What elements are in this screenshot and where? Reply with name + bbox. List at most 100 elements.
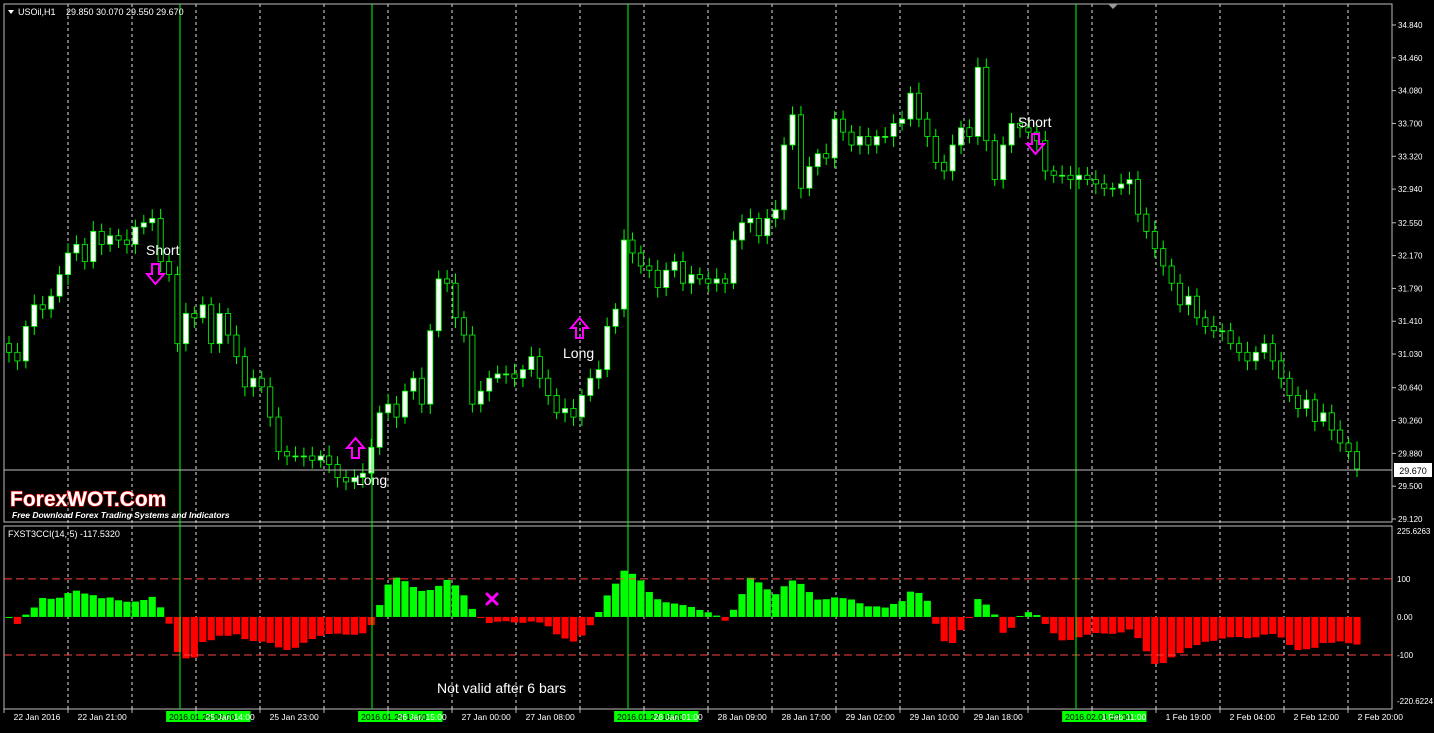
bear-candle (1134, 179, 1141, 215)
osc-bar-negative (1168, 616, 1176, 658)
bear-candle (444, 278, 451, 284)
bull-candle (688, 274, 695, 284)
indicator-level-label: 225.6263 (1397, 527, 1431, 536)
time-label: 29 Jan 18:00 (974, 712, 1023, 722)
bull-candle (199, 304, 206, 319)
bull-candle (503, 373, 510, 376)
osc-bar-positive (595, 611, 603, 617)
osc-bar-negative (199, 616, 207, 643)
triangle-down-icon[interactable] (8, 10, 14, 14)
candlesticks (5, 57, 1361, 491)
bull-candle (772, 209, 779, 219)
bear-candle (1084, 174, 1091, 180)
osc-bar-negative (1252, 616, 1260, 638)
osc-bar-positive (72, 590, 80, 617)
bull-candle (907, 92, 914, 120)
osc-bar-negative (1344, 616, 1353, 644)
bear-candle (460, 317, 467, 336)
price-tick-label: 33.700 (1398, 119, 1423, 128)
osc-bar-positive (620, 570, 628, 617)
short-annotation: Short (1018, 114, 1052, 130)
bear-candle (1295, 395, 1302, 409)
osc-bar-positive (64, 593, 72, 617)
not-valid-annotation: Not valid after 6 bars (437, 680, 566, 696)
osc-bar-negative (1134, 616, 1142, 639)
bull-candle (410, 377, 417, 392)
osc-bar-negative (949, 616, 957, 644)
osc-bar-negative (1336, 616, 1344, 642)
osc-bar-positive (915, 592, 923, 617)
osc-bar-positive (856, 603, 864, 617)
osc-bar-negative (283, 616, 291, 650)
time-label: 25 Jan 14:00 (206, 712, 255, 722)
osc-bar-negative (224, 616, 232, 636)
bear-candle (823, 153, 830, 159)
time-label: 1 Feb 11:00 (1102, 712, 1147, 722)
bear-candle (1311, 399, 1318, 422)
osc-bar-positive (603, 595, 611, 617)
bear-candle (284, 451, 291, 457)
bull-candle (899, 118, 906, 124)
bear-candle (983, 66, 990, 142)
short-annotation: Short (146, 242, 180, 258)
bull-candle (1252, 351, 1259, 362)
osc-bar-negative (350, 616, 359, 635)
osc-bar-negative (1066, 616, 1075, 640)
time-label: 28 Jan 01:00 (654, 712, 703, 722)
osc-bar-negative (1277, 616, 1285, 638)
osc-bar-negative (1159, 616, 1167, 664)
price-tick-label: 33.320 (1398, 152, 1423, 161)
osc-bar-positive (637, 580, 645, 617)
time-label: 27 Jan 00:00 (462, 712, 511, 722)
bear-candle (326, 455, 333, 465)
bear-candle (342, 477, 350, 483)
osc-bar-negative (1109, 616, 1117, 634)
bear-candle (941, 161, 948, 172)
scroll-marker-icon[interactable] (1108, 4, 1118, 9)
time-label: 29 Jan 10:00 (910, 712, 959, 722)
bull-candle (578, 395, 585, 418)
time-axis: 22 Jan 2016 22 Jan 21:00 2016.01.25 09:002… (3, 709, 1403, 722)
osc-bar-negative (957, 616, 965, 630)
price-tick-label: 29.880 (1398, 449, 1423, 458)
bear-candle (1151, 231, 1158, 250)
bull-candle (64, 252, 71, 275)
osc-bar-negative (586, 616, 594, 626)
bear-candle (1278, 360, 1285, 379)
osc-bar-positive (140, 599, 148, 617)
osc-bar-negative (325, 616, 333, 634)
osc-bar-positive (923, 600, 931, 617)
price-tick-label: 29.120 (1398, 515, 1423, 524)
price-chart[interactable]: 29.670 34.840 34.460 34.080 33.700 33.320 32.… (0, 0, 1434, 733)
osc-bar-negative (1100, 616, 1108, 634)
osc-bar-negative (1235, 616, 1243, 638)
bull-candle (1320, 412, 1327, 422)
time-label: 22 Jan 21:00 (78, 712, 127, 722)
bull-candle (958, 127, 965, 146)
osc-bar-positive (89, 595, 97, 617)
osc-bar-negative (249, 616, 257, 642)
osc-bar-positive (612, 583, 620, 617)
price-tick-label: 30.260 (1398, 417, 1423, 426)
bear-candle (1160, 248, 1167, 267)
indicator-label: FXST3CCI(14, 5) -117.5320 (8, 529, 120, 539)
osc-bar-negative (308, 616, 316, 640)
bear-candle (174, 274, 181, 345)
bear-candle (1337, 429, 1344, 444)
osc-bar-positive (696, 609, 704, 617)
osc-bar-positive (831, 597, 839, 617)
bull-candle (519, 369, 526, 379)
bull-candle (856, 136, 863, 146)
bear-candle (1353, 451, 1361, 470)
bear-candle (848, 131, 855, 146)
osc-bar-negative (1092, 616, 1100, 633)
bull-candle (595, 369, 602, 379)
osc-bar-positive (1024, 612, 1033, 617)
osc-bar-negative (216, 616, 224, 636)
osc-bar-negative (1201, 616, 1209, 642)
osc-bar-positive (55, 597, 64, 617)
vertical-grid (67, 4, 1349, 709)
osc-bar-positive (645, 591, 653, 617)
time-label: 27 Jan 08:00 (526, 712, 575, 722)
osc-bar-positive (654, 599, 662, 617)
